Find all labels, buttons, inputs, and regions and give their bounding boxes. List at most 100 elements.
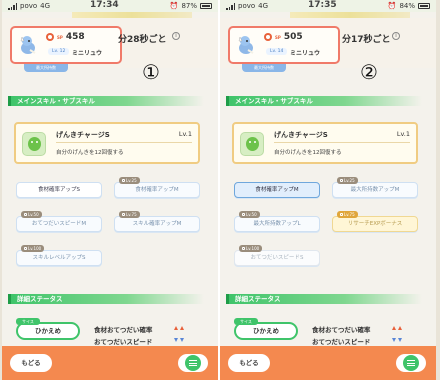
up-arrow-icon — [392, 326, 396, 330]
back-button[interactable]: もどる — [228, 354, 270, 372]
energy-skill-icon — [240, 132, 264, 156]
carrier-label: povo — [238, 2, 256, 10]
section-header-skills: メインスキル・サブスキル — [8, 96, 204, 106]
back-button[interactable]: もどる — [10, 354, 52, 372]
pokemon-name: ミニリュウ — [72, 50, 103, 57]
divider — [274, 142, 410, 143]
help-interval: 分28秒ごと — [118, 35, 167, 45]
subskill-button-4[interactable]: Lv.75 リサーチEXPボーナス — [332, 211, 418, 232]
up-arrow-icon — [174, 326, 178, 330]
battery-icon — [418, 3, 430, 9]
section-header-skills: メインスキル・サブスキル — [226, 96, 422, 106]
screenshot-panel-1: povo 4G ⏰ 87% 17:34 SP 458 Lv. 12 ミニリュウ … — [2, 0, 218, 380]
stat-help-speed: おてつだいスピード — [94, 338, 153, 346]
unlock-level-tag: Lv.50 — [239, 211, 260, 218]
tab-max-capacity[interactable]: 最大所持数 — [242, 64, 286, 72]
comparison-number: ② — [360, 60, 378, 84]
bottom-bar: もどる — [220, 346, 436, 380]
unlock-level: Lv.100 — [246, 246, 260, 251]
subskill-button-5[interactable]: Lv.100 スキルレベルアップS — [16, 245, 102, 266]
lock-icon — [122, 213, 125, 216]
down-arrow-icon — [180, 338, 184, 342]
subskill-label: 最大所持数アップM — [350, 187, 400, 193]
signal-icon — [226, 2, 235, 10]
unlock-level: Lv.75 — [126, 212, 137, 217]
network-label: 4G — [40, 2, 51, 10]
subskill-button-4[interactable]: Lv.75 スキル確率アップM — [114, 211, 200, 232]
tab-max-capacity[interactable]: 最大所持数 — [24, 64, 68, 72]
alarm-icon: ⏰ — [169, 2, 179, 10]
main-skill-name: げんきチャージS — [56, 131, 110, 139]
sub-tag: サイス — [234, 318, 258, 325]
main-skill-card[interactable]: げんきチャージS Lv.1 自分のげんきを12回復する — [232, 122, 418, 164]
divider — [56, 142, 192, 143]
unlock-level: Lv.50 — [246, 212, 257, 217]
pokemon-card[interactable]: SP 505 Lv. 14 ミニリュウ — [228, 26, 340, 64]
sp-value: 458 — [65, 32, 85, 42]
carrier-label: povo — [20, 2, 38, 10]
unlock-level: Lv.75 — [344, 212, 355, 217]
clock-time: 17:35 — [308, 0, 337, 10]
stat-ingredient-rate: 食材おてつだい確率 — [312, 326, 371, 334]
menu-button[interactable] — [178, 354, 208, 372]
menu-button[interactable] — [396, 354, 426, 372]
level-badge: Lv. 14 — [266, 48, 288, 55]
unlock-level: Lv.25 — [344, 178, 355, 183]
sub-tag: サイス — [16, 318, 40, 325]
unlock-level-tag: Lv.75 — [337, 211, 358, 218]
subskill-button-3[interactable]: Lv.50 おてつだいスピードM — [16, 211, 102, 232]
unlock-level-tag: Lv.50 — [21, 211, 42, 218]
down-arrow-icon — [398, 338, 402, 342]
unlock-level: Lv.100 — [28, 246, 42, 251]
sp-icon — [264, 33, 272, 41]
pokemon-icon — [20, 36, 36, 54]
main-skill-name: げんきチャージS — [274, 131, 328, 139]
pokemon-name: ミニリュウ — [290, 50, 321, 57]
info-icon[interactable]: i — [172, 32, 180, 40]
energy-skill-icon — [22, 132, 46, 156]
comparison-number: ① — [142, 60, 160, 84]
main-skill-card[interactable]: げんきチャージS Lv.1 自分のげんきを12回復する — [14, 122, 200, 164]
lock-icon — [24, 213, 27, 216]
menu-icon — [403, 355, 419, 371]
main-skill-description: 自分のげんきを12回復する — [56, 150, 124, 156]
battery-icon — [200, 3, 212, 9]
subskill-label: 食材確率アップM — [255, 187, 299, 193]
subskill-label: リサーチEXPボーナス — [347, 221, 403, 227]
clock-time: 17:34 — [90, 0, 119, 10]
stat-ingredient-rate: 食材おてつだい確率 — [94, 326, 153, 334]
lock-icon — [242, 247, 245, 250]
subskill-button-3[interactable]: Lv.50 最大所持数アップL — [234, 211, 320, 232]
bottom-bar: もどる — [2, 346, 218, 380]
battery-percent: 84% — [399, 2, 415, 10]
pokemon-card[interactable]: SP 458 Lv. 12 ミニリュウ — [10, 26, 122, 64]
unlock-level-tag: Lv.25 — [337, 177, 358, 184]
lock-icon — [340, 213, 343, 216]
unlock-level-tag: Lv.25 — [119, 177, 140, 184]
battery-percent: 87% — [181, 2, 197, 10]
subskill-button-1[interactable]: 食材確率アップM — [234, 182, 320, 198]
network-label: 4G — [258, 2, 269, 10]
sp-value: 505 — [283, 32, 303, 42]
unlock-level-tag: Lv.100 — [21, 245, 45, 252]
subskill-label: スキルレベルアップS — [32, 255, 86, 261]
subskill-button-5[interactable]: Lv.100 おてつだいスピードS — [234, 245, 320, 266]
up-arrow-icon — [180, 326, 184, 330]
sp-label: SP — [275, 34, 281, 40]
sp-label: SP — [57, 34, 63, 40]
main-skill-level: Lv.1 — [396, 130, 410, 138]
menu-icon — [185, 355, 201, 371]
lock-icon — [242, 213, 245, 216]
main-skill-description: 自分のげんきを12回復する — [274, 150, 342, 156]
unlock-level: Lv.25 — [126, 178, 137, 183]
subskill-button-2[interactable]: Lv.25 最大所持数アップM — [332, 177, 418, 198]
subskill-label: 最大所持数アップL — [253, 221, 301, 227]
info-icon[interactable]: i — [392, 32, 400, 40]
unlock-level: Lv.50 — [28, 212, 39, 217]
sp-icon — [46, 33, 54, 41]
up-arrow-icon — [398, 326, 402, 330]
subskill-button-1[interactable]: 食材確率アップS — [16, 182, 102, 198]
subskill-button-2[interactable]: Lv.25 食材確率アップM — [114, 177, 200, 198]
lock-icon — [24, 247, 27, 250]
lock-icon — [122, 179, 125, 182]
